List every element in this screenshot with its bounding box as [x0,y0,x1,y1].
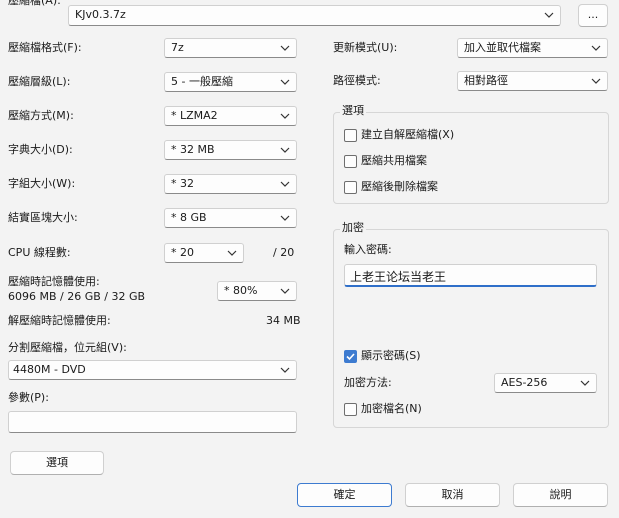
chevron-down-icon [591,75,601,87]
shared-label[interactable]: 壓縮共用檔案 [361,154,427,168]
path-mode-value: 相對路徑 [464,74,508,87]
cpu-label: CPU 線程數: [8,246,71,259]
params-label: 參數(P): [8,391,49,404]
chevron-down-icon [580,377,590,389]
chevron-down-icon [591,42,601,54]
delete-checkbox[interactable] [344,181,357,194]
encrypt-names-label[interactable]: 加密檔名(N) [361,402,422,416]
split-combo[interactable]: 4480M - DVD [8,360,297,380]
mem-detail: 6096 MB / 26 GB / 32 GB [8,290,146,303]
cpu-value: * 20 [171,246,194,259]
options-group-title: 選項 [340,104,366,118]
chevron-down-icon[interactable] [544,9,554,21]
password-value: 上老王论坛当老王 [350,270,447,284]
params-input[interactable] [8,411,297,433]
word-select[interactable]: * 32 [164,174,297,194]
level-value: 5 - 一般壓縮 [171,75,233,88]
level-select[interactable]: 5 - 一般壓縮 [164,72,297,92]
dict-select[interactable]: * 32 MB [164,140,297,160]
mem-label: 壓縮時記憶體使用: [8,275,100,288]
method-value: * LZMA2 [171,109,218,122]
chevron-down-icon [280,285,290,297]
update-value: 加入並取代檔案 [464,41,541,54]
dict-value: * 32 MB [171,143,215,156]
password-label: 輸入密碼: [344,243,392,256]
format-label: 壓縮檔格式(F): [8,41,82,54]
chevron-down-icon [280,144,290,156]
path-mode-label: 路徑模式: [333,74,381,87]
decomp-value: 34 MB [266,314,301,327]
method-select[interactable]: * LZMA2 [164,106,297,126]
chevron-down-icon [280,42,290,54]
solid-value: * 8 GB [171,211,207,224]
enc-method-select[interactable]: AES-256 [494,373,597,393]
path-mode-select[interactable]: 相對路徑 [457,71,608,91]
method-label: 壓縮方式(M): [8,109,74,122]
archive-label: 壓縮檔(A): [8,0,61,7]
chevron-down-icon[interactable] [280,364,290,376]
split-label: 分割壓縮檔，位元組(V): [8,341,127,354]
ok-button[interactable]: 確定 [297,483,392,507]
options-button[interactable]: 選項 [10,451,104,475]
enc-method-label: 加密方法: [344,376,392,389]
cpu-max: / 20 [273,246,295,259]
mem-select[interactable]: * 80% [217,281,297,301]
chevron-down-icon [280,110,290,122]
chevron-down-icon [280,178,290,190]
level-label: 壓縮層級(L): [8,75,71,88]
split-value: 4480M - DVD [13,363,86,376]
word-value: * 32 [171,177,194,190]
cpu-select[interactable]: * 20 [164,243,244,263]
solid-select[interactable]: * 8 GB [164,208,297,228]
chevron-down-icon [227,247,237,259]
format-select[interactable]: 7z [164,38,297,58]
sfx-label[interactable]: 建立自解壓縮檔(X) [361,128,454,142]
sfx-checkbox[interactable] [344,129,357,142]
dict-label: 字典大小(D): [8,143,73,156]
chevron-down-icon [280,76,290,88]
cancel-button[interactable]: 取消 [405,483,500,507]
enc-method-value: AES-256 [501,376,548,389]
archive-path-combo[interactable]: KJv0.3.7z [68,5,561,26]
mem-value: * 80% [224,284,258,297]
browse-button[interactable]: ... [578,4,608,27]
show-password-label[interactable]: 顯示密碼(S) [361,349,421,363]
format-value: 7z [171,41,184,54]
chevron-down-icon [280,212,290,224]
shared-checkbox[interactable] [344,155,357,168]
solid-label: 結實區塊大小: [8,211,78,224]
encryption-group-title: 加密 [340,221,366,235]
password-input[interactable]: 上老王论坛当老王 [344,264,597,287]
update-label: 更新模式(U): [333,41,398,54]
delete-label[interactable]: 壓縮後刪除檔案 [361,180,438,194]
encryption-group [333,229,609,428]
archive-path-value: KJv0.3.7z [75,8,126,21]
update-select[interactable]: 加入並取代檔案 [457,38,608,58]
encrypt-names-checkbox[interactable] [344,403,357,416]
help-button[interactable]: 說明 [513,483,608,507]
show-password-checkbox[interactable] [344,350,357,363]
word-label: 字組大小(W): [8,177,76,190]
decomp-label: 解壓縮時記憶體使用: [8,314,111,327]
